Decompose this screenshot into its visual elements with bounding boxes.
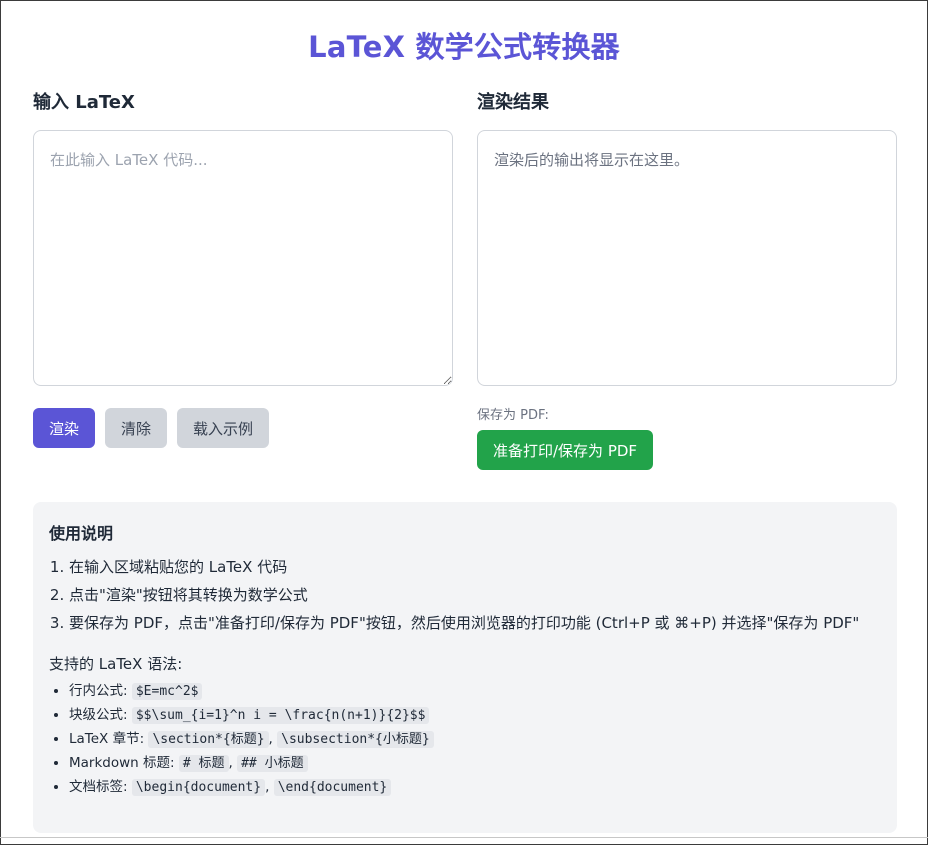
syntax-label: 文档标签: xyxy=(69,779,128,795)
input-heading: 输入 LaTeX xyxy=(33,92,135,113)
print-pdf-button[interactable]: 准备打印/保存为 PDF xyxy=(477,430,654,470)
syntax-label: LaTeX 章节: xyxy=(69,731,145,747)
syntax-code: \section*{标题} xyxy=(148,731,269,748)
syntax-item: LaTeX 章节: \section*{标题}, \subsection*{小标… xyxy=(69,728,881,751)
clear-button[interactable]: 清除 xyxy=(105,408,168,448)
help-step: 要保存为 PDF，点击"准备打印/保存为 PDF"按钮，然后使用浏览器的打印功能… xyxy=(69,612,881,635)
help-steps: 在输入区域粘贴您的 LaTeX 代码 点击"渲染"按钮将其转换为数学公式 要保存… xyxy=(49,556,881,635)
output-heading: 渲染结果 xyxy=(477,92,549,113)
syntax-code: ## 小标题 xyxy=(237,755,308,772)
syntax-label: 行内公式: xyxy=(69,683,128,699)
syntax-title: 支持的 LaTeX 语法: xyxy=(49,655,183,673)
render-button[interactable]: 渲染 xyxy=(33,408,96,448)
render-output: 渲染后的输出将显示在这里。 xyxy=(477,130,897,386)
syntax-list: 行内公式: $E=mc^2$ 块级公式: $$\sum_{i=1}^n i = … xyxy=(49,680,881,799)
syntax-label: Markdown 标题: xyxy=(69,755,175,771)
latex-input[interactable] xyxy=(33,130,453,386)
window-bottom-edge xyxy=(0,837,928,838)
help-step: 在输入区域粘贴您的 LaTeX 代码 xyxy=(69,556,881,579)
syntax-label: 块级公式: xyxy=(69,707,128,723)
help-panel: 使用说明 在输入区域粘贴您的 LaTeX 代码 点击"渲染"按钮将其转换为数学公… xyxy=(33,502,897,833)
syntax-code: \subsection*{小标题} xyxy=(277,731,434,748)
syntax-item: 文档标签: \begin{document}, \end{document} xyxy=(69,776,881,799)
syntax-code: # 标题 xyxy=(178,755,229,772)
syntax-item: 行内公式: $E=mc^2$ xyxy=(69,680,881,703)
help-step: 点击"渲染"按钮将其转换为数学公式 xyxy=(69,584,881,607)
syntax-code: $E=mc^2$ xyxy=(131,683,203,700)
page-title: LaTeX 数学公式转换器 xyxy=(308,30,620,64)
load-example-button[interactable]: 载入示例 xyxy=(177,408,270,448)
syntax-item: Markdown 标题: # 标题, ## 小标题 xyxy=(69,752,881,775)
help-title: 使用说明 xyxy=(49,524,114,543)
pdf-label: 保存为 PDF: xyxy=(477,408,549,423)
syntax-code: \end{document} xyxy=(273,779,392,796)
syntax-code: $$\sum_{i=1}^n i = \frac{n(n+1)}{2}$$ xyxy=(131,707,430,724)
syntax-item: 块级公式: $$\sum_{i=1}^n i = \frac{n(n+1)}{2… xyxy=(69,704,881,727)
syntax-code: \begin{document} xyxy=(131,779,266,796)
render-empty-hint: 渲染后的输出将显示在这里。 xyxy=(494,151,690,169)
